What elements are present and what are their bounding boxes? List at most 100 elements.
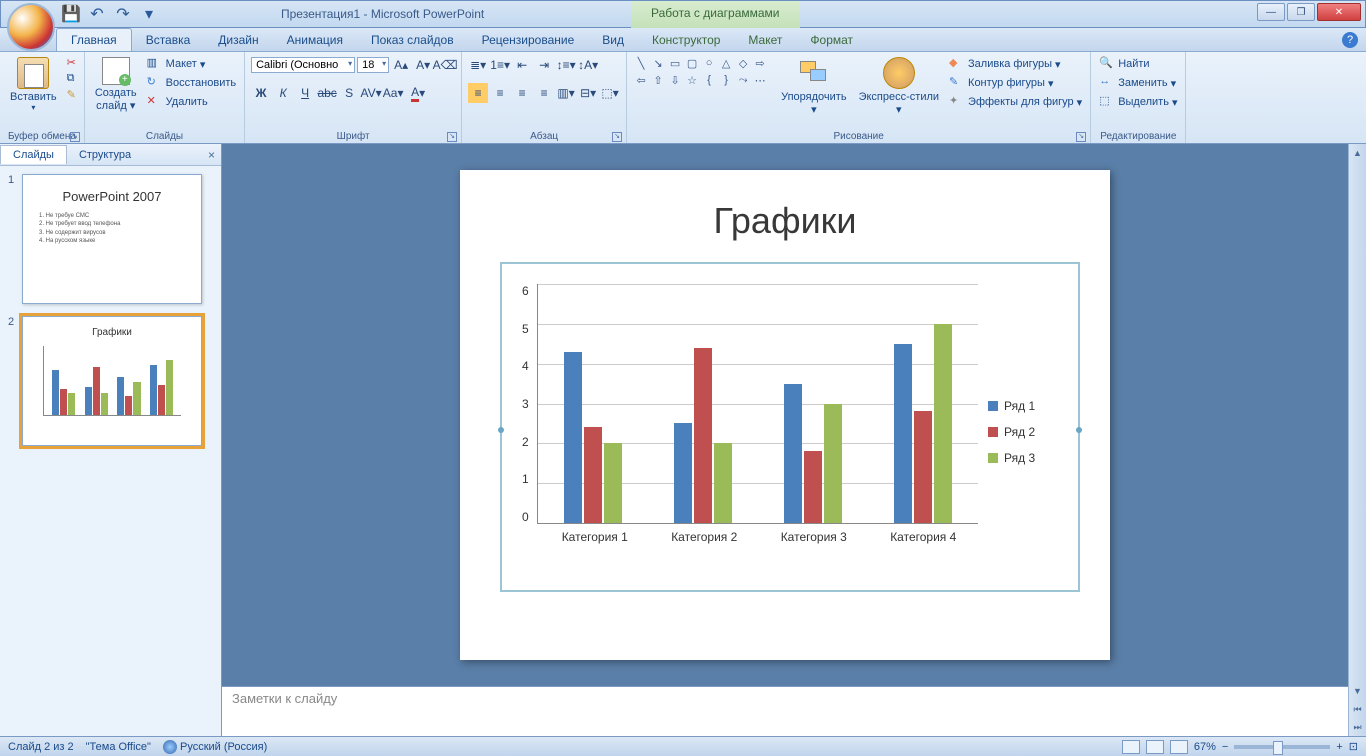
underline-button[interactable]: Ч	[295, 83, 315, 103]
align-right-button[interactable]: ≡	[512, 83, 532, 103]
align-text-button[interactable]: ⊟▾	[578, 83, 598, 103]
tab-slideshow[interactable]: Показ слайдов	[357, 29, 468, 51]
tab-animation[interactable]: Анимация	[273, 29, 357, 51]
shape-rect-icon[interactable]: ▭	[667, 55, 683, 71]
normal-view-button[interactable]	[1122, 740, 1140, 754]
prev-slide-icon[interactable]: ⏮	[1349, 700, 1366, 718]
current-slide[interactable]: Графики 0123456 Категория 1Категория 2Ка…	[460, 170, 1110, 660]
shape-line-icon[interactable]: ╲	[633, 55, 649, 71]
panel-close-icon[interactable]: ×	[208, 148, 215, 162]
shape-fill-button[interactable]: Заливка фигуры ▾	[947, 55, 1084, 73]
dialog-launcher-icon[interactable]: ↘	[1076, 132, 1086, 142]
strike-button[interactable]: abc	[317, 83, 337, 103]
office-button[interactable]	[7, 3, 55, 51]
dialog-launcher-icon[interactable]: ↘	[612, 132, 622, 142]
tab-design[interactable]: Дизайн	[204, 29, 272, 51]
panel-tab-slides[interactable]: Слайды	[0, 145, 67, 164]
numbering-button[interactable]: 1≡▾	[490, 55, 510, 75]
shape-arrow-icon[interactable]: ↘	[650, 55, 666, 71]
char-spacing-button[interactable]: AV▾	[361, 83, 381, 103]
zoom-out-button[interactable]: −	[1222, 741, 1228, 753]
redo-icon[interactable]: ↷	[113, 4, 133, 24]
shadow-button[interactable]: S	[339, 83, 359, 103]
shapes-gallery[interactable]: ╲ ↘ ▭ ▢ ○ △ ◇ ⇨ ⇦ ⇧ ⇩ ☆ { } ⤳ ⋯	[633, 55, 773, 88]
tab-insert[interactable]: Вставка	[132, 29, 205, 51]
shape-arrow-d-icon[interactable]: ⇩	[667, 72, 683, 88]
bullets-button[interactable]: ≣▾	[468, 55, 488, 75]
zoom-value[interactable]: 67%	[1194, 741, 1216, 753]
shape-more-icon[interactable]: ⋯	[752, 72, 768, 88]
zoom-in-button[interactable]: +	[1336, 741, 1342, 753]
reset-button[interactable]: Восстановить	[145, 74, 238, 92]
language-indicator[interactable]: Русский (Россия)	[163, 740, 267, 754]
sorter-view-button[interactable]	[1146, 740, 1164, 754]
chart-object[interactable]: 0123456 Категория 1Категория 2Категория …	[500, 262, 1080, 592]
tab-layout[interactable]: Макет	[734, 29, 796, 51]
font-size-combo[interactable]: 18	[357, 57, 389, 73]
change-case-button[interactable]: Aa▾	[383, 83, 403, 103]
zoom-slider[interactable]	[1234, 745, 1330, 749]
slide-counter[interactable]: Слайд 2 из 2	[8, 741, 74, 753]
thumb-1[interactable]: PowerPoint 2007 1. Не требуе СМС 2. Не т…	[22, 174, 202, 304]
undo-icon[interactable]: ↶	[87, 4, 107, 24]
shape-arrow-u-icon[interactable]: ⇧	[650, 72, 666, 88]
bold-button[interactable]: Ж	[251, 83, 271, 103]
next-slide-icon[interactable]: ⏭	[1349, 718, 1366, 736]
thumb-row-2[interactable]: 2 Графики	[8, 316, 213, 446]
align-left-button[interactable]: ≡	[468, 83, 488, 103]
shrink-font-button[interactable]: A▾	[413, 55, 433, 75]
fit-to-window-button[interactable]: ⊡	[1349, 740, 1358, 753]
shape-oval-icon[interactable]: ○	[701, 55, 717, 71]
font-name-combo[interactable]: Calibri (Основно	[251, 57, 355, 73]
tab-constructor[interactable]: Конструктор	[638, 29, 734, 51]
maximize-button[interactable]: ❐	[1287, 3, 1315, 21]
align-center-button[interactable]: ≡	[490, 83, 510, 103]
minimize-button[interactable]: —	[1257, 3, 1285, 21]
line-spacing-button[interactable]: ↕≡▾	[556, 55, 576, 75]
indent-dec-button[interactable]: ⇤	[512, 55, 532, 75]
shape-diamond-icon[interactable]: ◇	[735, 55, 751, 71]
italic-button[interactable]: К	[273, 83, 293, 103]
shape-outline-button[interactable]: Контур фигуры ▾	[947, 74, 1084, 92]
notes-pane[interactable]: Заметки к слайду	[222, 686, 1348, 736]
tab-view[interactable]: Вид	[588, 29, 638, 51]
copy-button[interactable]	[65, 71, 78, 86]
grow-font-button[interactable]: A▴	[391, 55, 411, 75]
font-color-button[interactable]: A▾	[405, 83, 431, 103]
shape-connector-icon[interactable]: ⤳	[735, 72, 751, 88]
paste-button[interactable]: Вставить ▾	[6, 55, 61, 114]
save-icon[interactable]: 💾	[61, 4, 81, 24]
slide-canvas[interactable]: Графики 0123456 Категория 1Категория 2Ка…	[222, 144, 1348, 686]
scroll-up-icon[interactable]: ▲	[1349, 144, 1366, 162]
shape-effects-button[interactable]: Эффекты для фигур ▾	[947, 93, 1084, 111]
indent-inc-button[interactable]: ⇥	[534, 55, 554, 75]
tab-review[interactable]: Рецензирование	[468, 29, 589, 51]
smartart-button[interactable]: ⬚▾	[600, 83, 620, 103]
format-painter-button[interactable]	[65, 87, 78, 102]
close-button[interactable]: ✕	[1317, 3, 1361, 21]
arrange-button[interactable]: Упорядочить▾	[777, 55, 850, 118]
tab-home[interactable]: Главная	[56, 28, 132, 51]
help-icon[interactable]: ?	[1342, 32, 1358, 48]
shape-brace-icon[interactable]: {	[701, 72, 717, 88]
cut-button[interactable]	[65, 55, 78, 70]
clear-format-button[interactable]: A⌫	[435, 55, 455, 75]
new-slide-button[interactable]: Создать слайд ▾	[91, 55, 141, 114]
shape-arrow-l-icon[interactable]: ⇦	[633, 72, 649, 88]
layout-button[interactable]: Макет ▾	[145, 55, 238, 73]
shape-triangle-icon[interactable]: △	[718, 55, 734, 71]
justify-button[interactable]: ≡	[534, 83, 554, 103]
find-button[interactable]: Найти	[1097, 55, 1179, 73]
slide-title[interactable]: Графики	[500, 200, 1070, 242]
panel-tab-outline[interactable]: Структура	[67, 146, 143, 164]
shape-arrow-r-icon[interactable]: ⇨	[752, 55, 768, 71]
columns-button[interactable]: ▥▾	[556, 83, 576, 103]
dialog-launcher-icon[interactable]: ↘	[447, 132, 457, 142]
select-button[interactable]: Выделить ▾	[1097, 93, 1179, 111]
replace-button[interactable]: Заменить ▾	[1097, 74, 1179, 92]
shape-star-icon[interactable]: ☆	[684, 72, 700, 88]
slideshow-view-button[interactable]	[1170, 740, 1188, 754]
dialog-launcher-icon[interactable]: ↘	[70, 132, 80, 142]
tab-format[interactable]: Формат	[796, 29, 867, 51]
shape-roundrect-icon[interactable]: ▢	[684, 55, 700, 71]
